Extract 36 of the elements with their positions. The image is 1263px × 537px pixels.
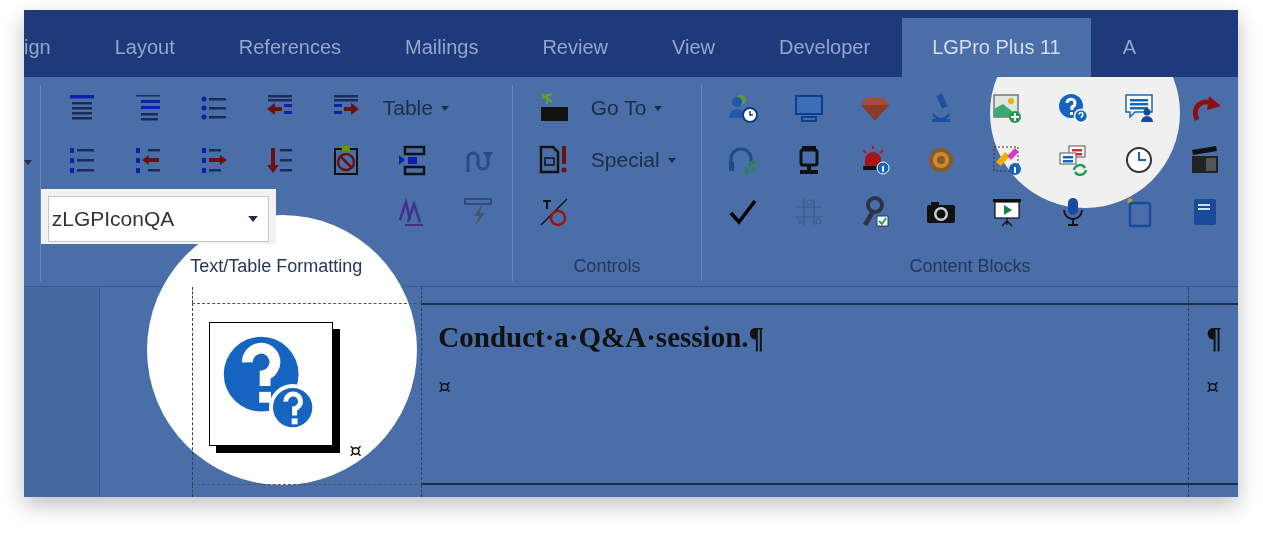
ribbon-tab[interactable]: LGPro Plus 11 <box>902 18 1091 77</box>
clapperboard-icon[interactable] <box>1189 144 1221 176</box>
dropdown-button[interactable]: Special <box>586 146 680 174</box>
ribbon-tab[interactable]: View <box>640 18 747 77</box>
style-field[interactable]: zLGPIconQA <box>47 196 269 242</box>
caret-icon <box>667 157 676 163</box>
user-clock-icon[interactable] <box>727 92 759 124</box>
ribbon-tab[interactable]: A <box>1090 18 1169 77</box>
cell-end-mark: ¤ <box>438 376 452 396</box>
chat-user-icon[interactable] <box>1123 92 1155 124</box>
group-label: Content Blocks <box>908 256 1032 278</box>
edit-info-icon[interactable] <box>991 144 1023 176</box>
ribbon-tab[interactable]: Layout <box>82 18 207 77</box>
ribbon-tab[interactable]: Developer <box>747 18 903 77</box>
ribbon-tab[interactable]: References <box>206 18 374 77</box>
caret-icon[interactable] <box>24 160 32 165</box>
presentation-icon[interactable] <box>991 196 1023 228</box>
caret-icon <box>654 105 663 111</box>
heading-text: Conduct·a·Q&A·session.¶ <box>438 321 765 354</box>
chat-refresh-icon[interactable] <box>1057 144 1089 176</box>
paragraph-mark: ¶ <box>1206 321 1222 354</box>
dropdown-button[interactable]: Table <box>378 94 453 122</box>
cell-end-mark: ¤ <box>1206 376 1220 396</box>
ribbon-tab[interactable]: ign <box>24 18 83 77</box>
caret-icon <box>247 216 258 222</box>
help-icon[interactable] <box>1057 92 1089 124</box>
dropdown-button[interactable]: Go To <box>586 94 667 122</box>
ribbon-tab[interactable]: Review <box>510 18 640 77</box>
cell-end-mark: ¤ <box>349 440 363 460</box>
ribbon-tab[interactable]: Mailings <box>373 18 511 77</box>
image-add-icon[interactable] <box>991 92 1023 124</box>
monitor-icon[interactable] <box>793 92 825 124</box>
caret-icon <box>440 105 449 111</box>
alarm-light-icon[interactable] <box>859 144 891 176</box>
group-label: Controls <box>572 256 642 278</box>
group-label: Text/Table Formatting <box>189 256 364 278</box>
